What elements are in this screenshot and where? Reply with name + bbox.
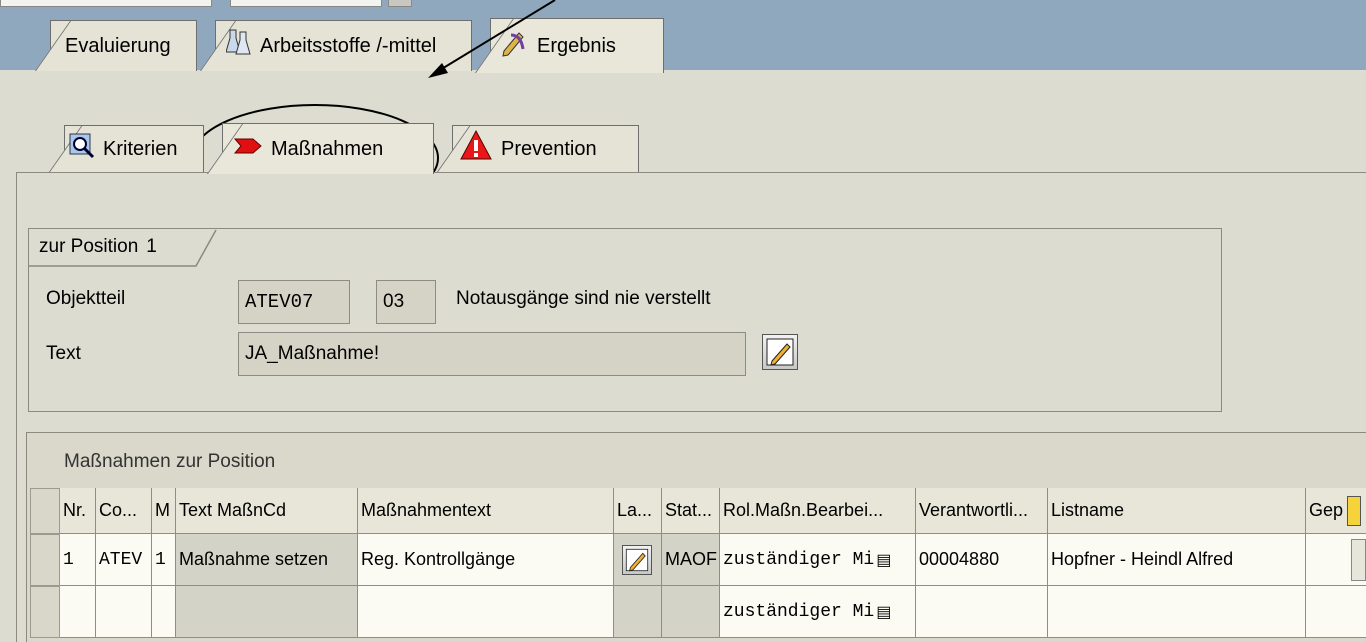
tab-label: Evaluierung <box>65 34 171 57</box>
flask-icon <box>225 28 252 64</box>
cell-m[interactable]: 1 <box>152 534 176 586</box>
magnifier-icon <box>69 133 95 165</box>
cell-co[interactable] <box>96 586 152 638</box>
col-header-rolle[interactable]: Rol.Maßn.Bearbei... <box>720 488 916 534</box>
cell-m[interactable] <box>152 586 176 638</box>
objektteil-nr-field[interactable]: 03 <box>376 280 436 324</box>
tab-label: Prevention <box>501 137 597 160</box>
edit-text-button[interactable] <box>762 334 798 370</box>
tab-label: Arbeitsstoffe /-mittel <box>260 34 437 57</box>
cell-massnahmentext[interactable]: Reg. Kontrollgänge <box>358 534 614 586</box>
col-header-massnahmentext[interactable]: Maßnahmentext <box>358 488 614 534</box>
cell-rolle[interactable]: zuständiger Mi ▤ <box>720 586 916 638</box>
cell-co[interactable]: ATEV <box>96 534 152 586</box>
tab-prevention[interactable]: Prevention <box>437 125 639 172</box>
objektteil-description: Notausgänge sind nie verstellt <box>456 288 711 309</box>
objektteil-label: Objektteil <box>46 288 126 309</box>
list-icon[interactable]: ▤ <box>876 550 891 570</box>
cell-verantwortlich[interactable] <box>916 586 1048 638</box>
rolle-value: zuständiger Mi <box>723 549 875 570</box>
col-header-la[interactable]: La... <box>614 488 662 534</box>
pencil-icon <box>625 548 649 571</box>
col-header-text-massncd[interactable]: Text MaßnCd <box>176 488 358 534</box>
rolle-value: zuständiger Mi <box>723 601 875 622</box>
cell-massnahmentext[interactable] <box>358 586 614 638</box>
cell-listname[interactable] <box>1048 586 1306 638</box>
tab-label: Maßnahmen <box>271 137 384 160</box>
edit-longtext-button[interactable] <box>622 544 652 575</box>
col-header-co[interactable]: Co... <box>96 488 152 534</box>
col-header-verantwortlich[interactable]: Verantwortli... <box>916 488 1048 534</box>
tab-massnahmen[interactable]: Maßnahmen <box>207 123 434 174</box>
col-header-gep[interactable]: Gep <box>1306 488 1366 534</box>
tab-kriterien[interactable]: Kriterien <box>49 125 204 172</box>
cell-verantwortlich[interactable]: 00004880 <box>916 534 1048 586</box>
column-settings-icon[interactable] <box>1347 495 1362 526</box>
col-header-stat[interactable]: Stat... <box>662 488 720 534</box>
row-selector[interactable] <box>30 586 60 638</box>
cell-stat[interactable]: MAOF <box>662 534 720 586</box>
red-arrow-icon <box>233 136 263 162</box>
col-header-listname[interactable]: Listname <box>1048 488 1306 534</box>
list-icon[interactable]: ▤ <box>876 602 891 622</box>
col-header-nr[interactable]: Nr. <box>60 488 96 534</box>
cell-la[interactable] <box>614 534 662 586</box>
select-all-cell[interactable] <box>30 488 60 534</box>
tab-label: Kriterien <box>103 137 178 160</box>
cell-nr[interactable]: 1 <box>60 534 96 586</box>
cell-listname[interactable]: Hopfner - Heindl Alfred <box>1048 534 1306 586</box>
groupbox-title-border <box>28 229 217 267</box>
measures-title: Maßnahmen zur Position <box>64 451 276 472</box>
cell-gep[interactable] <box>1306 534 1366 586</box>
pencil-ruler-icon <box>501 29 529 63</box>
col-header-m[interactable]: M <box>152 488 176 534</box>
cell-nr[interactable] <box>60 586 96 638</box>
pencil-icon <box>766 338 794 366</box>
text-label: Text <box>46 343 81 364</box>
cell-text-massncd[interactable] <box>176 586 358 638</box>
cell-rolle[interactable]: zuständiger Mi ▤ <box>720 534 916 586</box>
cell-stat[interactable] <box>662 586 720 638</box>
objektteil-code-field[interactable]: ATEV07 <box>238 280 350 324</box>
text-field[interactable]: JA_Maßnahme! <box>238 332 746 376</box>
tab-label: Ergebnis <box>537 34 616 57</box>
cell-gep[interactable] <box>1306 586 1366 638</box>
cell-text-massncd[interactable]: Maßnahme setzen <box>176 534 358 586</box>
row-selector[interactable] <box>30 534 60 586</box>
gep-checkbox[interactable] <box>1351 538 1366 581</box>
warning-icon <box>459 129 493 169</box>
gep-label: Gep <box>1309 500 1344 520</box>
cell-la[interactable] <box>614 586 662 638</box>
